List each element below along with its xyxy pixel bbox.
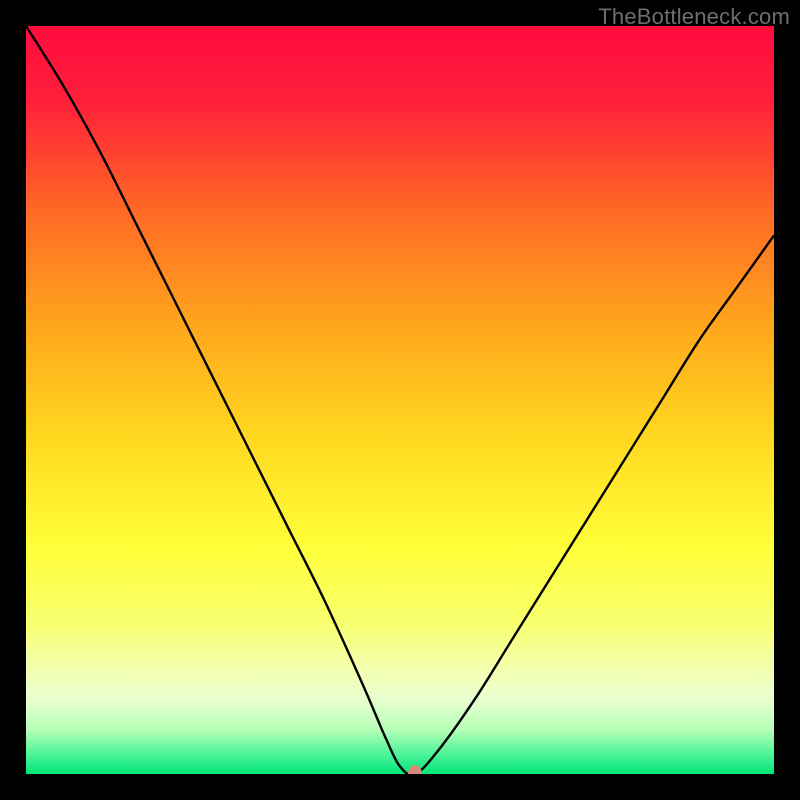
watermark-text: TheBottleneck.com bbox=[598, 4, 790, 30]
bottleneck-chart bbox=[26, 26, 774, 774]
chart-frame: TheBottleneck.com bbox=[0, 0, 800, 800]
